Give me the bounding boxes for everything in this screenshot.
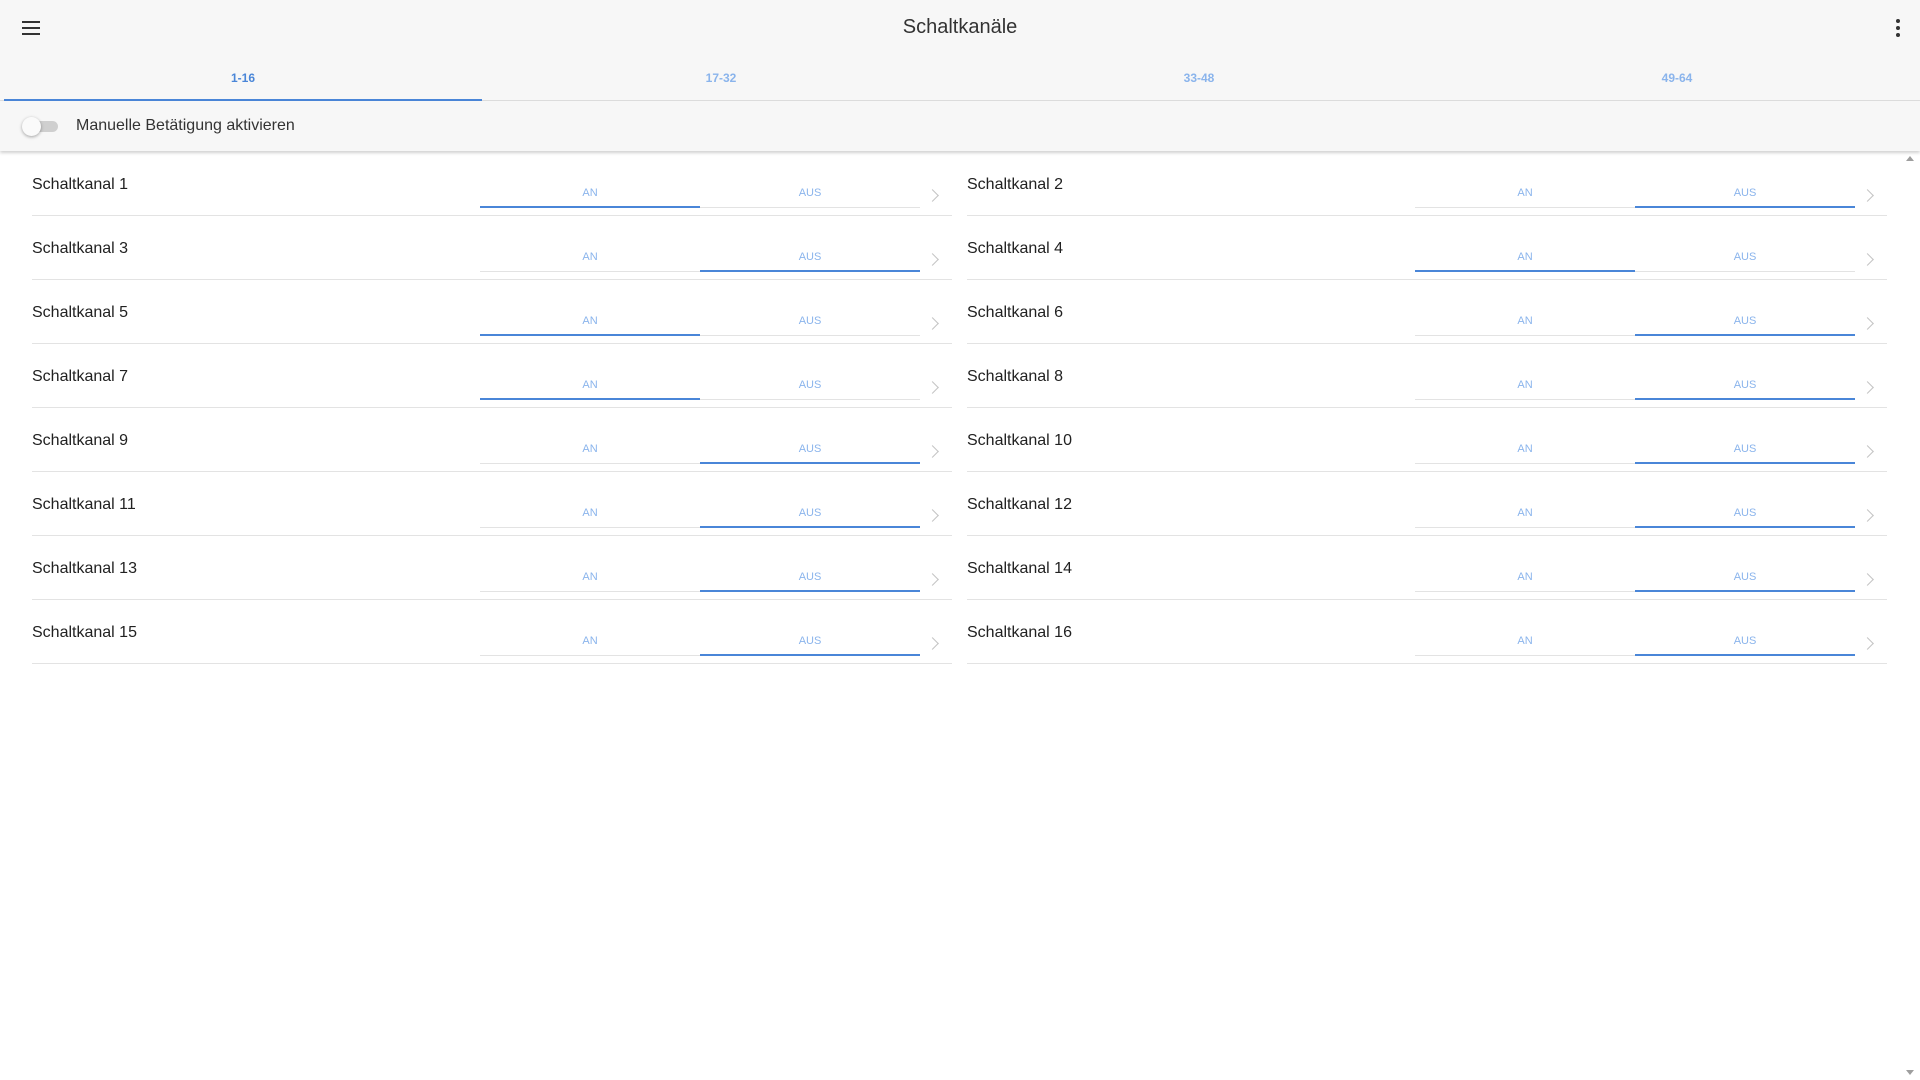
manual-operation-toggle[interactable]: [22, 117, 58, 136]
chevron-right-icon[interactable]: [926, 571, 942, 589]
channel-on-button[interactable]: AN: [1415, 307, 1635, 336]
chevron-right-icon[interactable]: [1861, 315, 1877, 333]
channel-row: Schaltkanal 16 AN AUS: [967, 599, 1887, 664]
channel-on-button[interactable]: AN: [480, 243, 700, 272]
channel-row: Schaltkanal 9 AN AUS: [32, 407, 952, 472]
channel-name: Schaltkanal 11: [32, 496, 136, 513]
channel-name: Schaltkanal 9: [32, 432, 129, 449]
channel-on-button[interactable]: AN: [480, 371, 700, 400]
channel-name: Schaltkanal 4: [967, 240, 1064, 257]
channel-row: Schaltkanal 13 AN AUS: [32, 535, 952, 600]
chevron-right-icon[interactable]: [926, 187, 942, 205]
tab-1-16[interactable]: 1-16: [4, 56, 482, 101]
chevron-right-icon[interactable]: [926, 379, 942, 397]
channel-on-button[interactable]: AN: [480, 499, 700, 528]
chevron-right-icon[interactable]: [926, 635, 942, 653]
channel-on-button[interactable]: AN: [1415, 499, 1635, 528]
tab-17-32[interactable]: 17-32: [482, 56, 960, 100]
channel-off-button[interactable]: AUS: [700, 179, 920, 208]
channel-row: Schaltkanal 14 AN AUS: [967, 535, 1887, 600]
channel-on-button[interactable]: AN: [1415, 371, 1635, 400]
chevron-right-icon[interactable]: [926, 507, 942, 525]
tab-33-48[interactable]: 33-48: [960, 56, 1438, 100]
tab-bar: 1-16 17-32 33-48 49-64: [0, 56, 1920, 101]
app-bar: Schaltkanäle: [0, 0, 1920, 56]
channel-row: Schaltkanal 10 AN AUS: [967, 407, 1887, 472]
channel-on-button[interactable]: AN: [480, 435, 700, 464]
channel-name: Schaltkanal 5: [32, 304, 129, 321]
chevron-right-icon[interactable]: [1861, 635, 1877, 653]
channel-on-button[interactable]: AN: [1415, 179, 1635, 208]
chevron-right-icon[interactable]: [926, 443, 942, 461]
channel-name: Schaltkanal 1: [32, 176, 129, 193]
channel-name: Schaltkanal 13: [32, 560, 137, 577]
channel-off-button[interactable]: AUS: [700, 371, 920, 400]
channel-list[interactable]: Schaltkanal 1 AN AUS Schaltkanal 2 AN AUS Scha…: [0, 151, 1920, 1080]
channel-off-button[interactable]: AUS: [700, 435, 920, 464]
channel-row: Schaltkanal 11 AN AUS: [32, 471, 952, 536]
channel-row: Schaltkanal 15 AN AUS: [32, 599, 952, 664]
channel-on-button[interactable]: AN: [1415, 435, 1635, 464]
channel-off-button[interactable]: AUS: [700, 243, 920, 272]
chevron-right-icon[interactable]: [1861, 443, 1877, 461]
channel-off-button[interactable]: AUS: [1635, 499, 1855, 528]
channel-off-button[interactable]: AUS: [1635, 563, 1855, 592]
scroll-up-arrow-icon[interactable]: [1906, 156, 1914, 161]
channel-name: Schaltkanal 7: [32, 368, 129, 385]
chevron-right-icon[interactable]: [1861, 187, 1877, 205]
channel-name: Schaltkanal 10: [967, 432, 1072, 449]
channel-name: Schaltkanal 15: [32, 624, 137, 641]
channel-row: Schaltkanal 4 AN AUS: [967, 215, 1887, 280]
channel-row: Schaltkanal 3 AN AUS: [32, 215, 952, 280]
scroll-down-arrow-icon[interactable]: [1906, 1070, 1914, 1075]
channel-on-button[interactable]: AN: [480, 563, 700, 592]
channel-off-button[interactable]: AUS: [700, 563, 920, 592]
channel-off-button[interactable]: AUS: [1635, 435, 1855, 464]
tab-49-64[interactable]: 49-64: [1438, 56, 1916, 100]
channel-on-button[interactable]: AN: [480, 627, 700, 656]
channel-row: Schaltkanal 6 AN AUS: [967, 279, 1887, 344]
channel-row: Schaltkanal 7 AN AUS: [32, 343, 952, 408]
channel-off-button[interactable]: AUS: [700, 499, 920, 528]
channel-on-button[interactable]: AN: [1415, 627, 1635, 656]
channel-on-button[interactable]: AN: [1415, 243, 1635, 272]
manual-operation-bar: Manuelle Betätigung aktivieren: [0, 101, 1920, 151]
channel-name: Schaltkanal 6: [967, 304, 1064, 321]
channel-name: Schaltkanal 3: [32, 240, 129, 257]
chevron-right-icon[interactable]: [1861, 251, 1877, 269]
channel-on-button[interactable]: AN: [480, 307, 700, 336]
channel-on-button[interactable]: AN: [1415, 563, 1635, 592]
more-vert-icon[interactable]: [1890, 16, 1906, 40]
channel-off-button[interactable]: AUS: [1635, 243, 1855, 272]
chevron-right-icon[interactable]: [1861, 379, 1877, 397]
channel-off-button[interactable]: AUS: [1635, 307, 1855, 336]
chevron-right-icon[interactable]: [926, 251, 942, 269]
channel-row: Schaltkanal 2 AN AUS: [967, 151, 1887, 216]
chevron-right-icon[interactable]: [1861, 507, 1877, 525]
channel-off-button[interactable]: AUS: [1635, 179, 1855, 208]
channel-row: Schaltkanal 5 AN AUS: [32, 279, 952, 344]
channel-name: Schaltkanal 8: [967, 368, 1064, 385]
channel-row: Schaltkanal 1 AN AUS: [32, 151, 952, 216]
chevron-right-icon[interactable]: [926, 315, 942, 333]
channel-off-button[interactable]: AUS: [700, 307, 920, 336]
channel-row: Schaltkanal 8 AN AUS: [967, 343, 1887, 408]
channel-on-button[interactable]: AN: [480, 179, 700, 208]
channel-name: Schaltkanal 16: [967, 624, 1072, 641]
channel-name: Schaltkanal 12: [967, 496, 1072, 513]
toggle-knob: [22, 117, 41, 136]
chevron-right-icon[interactable]: [1861, 571, 1877, 589]
channel-name: Schaltkanal 2: [967, 176, 1064, 193]
channel-off-button[interactable]: AUS: [700, 627, 920, 656]
channel-off-button[interactable]: AUS: [1635, 371, 1855, 400]
manual-operation-label: Manuelle Betätigung aktivieren: [76, 117, 295, 134]
channel-row: Schaltkanal 12 AN AUS: [967, 471, 1887, 536]
channel-name: Schaltkanal 14: [967, 560, 1072, 577]
page-title: Schaltkanäle: [902, 16, 1018, 38]
channel-off-button[interactable]: AUS: [1635, 627, 1855, 656]
